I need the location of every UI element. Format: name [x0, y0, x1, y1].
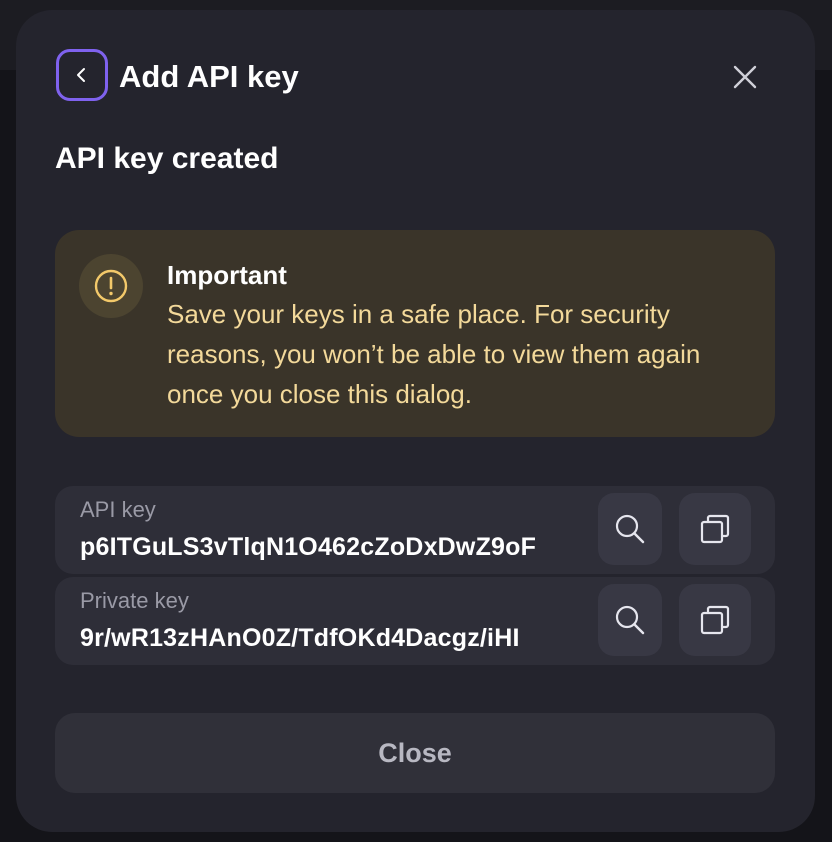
- important-alert: Important Save your keys in a safe place…: [55, 230, 775, 437]
- back-button[interactable]: [56, 49, 108, 101]
- api-key-field: API key p6ITGuLS3vTlqN1O462cZoDxDwZ9oF: [55, 486, 775, 574]
- private-key-field: Private key 9r/wR13zHAnO0Z/TdfOKd4Dacgz/…: [55, 577, 775, 665]
- alert-body: Save your keys in a safe place. For secu…: [167, 299, 701, 409]
- chevron-left-icon: [77, 68, 85, 82]
- close-dialog-button[interactable]: [730, 62, 760, 92]
- alert-icon-badge: [79, 254, 143, 318]
- copy-api-key-button[interactable]: [679, 493, 751, 565]
- copy-private-key-button[interactable]: [679, 584, 751, 656]
- reveal-api-key-button[interactable]: [598, 493, 662, 565]
- copy-icon: [700, 605, 730, 635]
- api-key-value[interactable]: p6ITGuLS3vTlqN1O462cZoDxDwZ9oF: [80, 530, 585, 564]
- exclamation-circle-icon: [94, 269, 128, 303]
- private-key-label: Private key: [80, 588, 189, 613]
- dialog-subtitle: API key created: [55, 142, 279, 175]
- copy-icon: [700, 514, 730, 544]
- add-api-key-dialog: Add API key API key created Important Sa…: [16, 10, 815, 832]
- api-key-label: API key: [80, 497, 156, 522]
- alert-heading: Important: [167, 260, 287, 290]
- close-button[interactable]: Close: [55, 713, 775, 793]
- reveal-private-key-button[interactable]: [598, 584, 662, 656]
- close-icon: [733, 65, 757, 89]
- search-icon: [615, 605, 645, 635]
- search-icon: [615, 514, 645, 544]
- dialog-title: Add API key: [119, 59, 299, 94]
- private-key-value[interactable]: 9r/wR13zHAnO0Z/TdfOKd4Dacgz/iHI: [80, 621, 585, 655]
